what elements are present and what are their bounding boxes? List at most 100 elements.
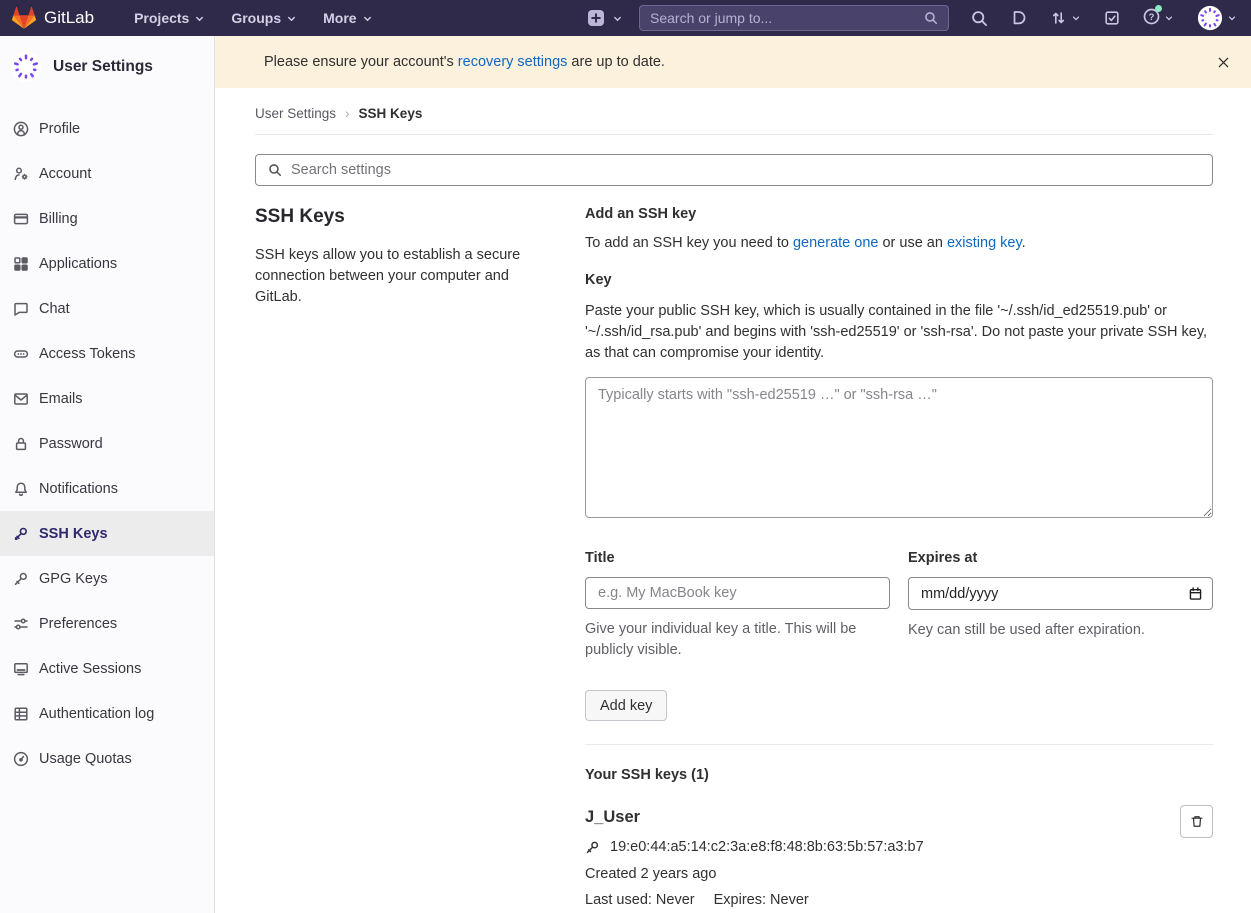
sidebar-item-chat[interactable]: Chat (0, 286, 214, 331)
sidebar-item-label: Usage Quotas (39, 751, 132, 767)
help-menu[interactable]: ? (1143, 8, 1174, 29)
banner-text-before: Please ensure your account's (264, 54, 458, 70)
intro-text: or use an (878, 235, 947, 251)
todos-icon[interactable] (1104, 10, 1120, 26)
bell-icon (13, 481, 29, 497)
calendar-picker-button[interactable] (1188, 586, 1203, 601)
ssh-key-textarea[interactable] (585, 377, 1213, 518)
global-search-input[interactable] (650, 10, 924, 26)
user-menu[interactable] (1197, 5, 1237, 31)
sidebar-item-gpg-keys[interactable]: GPG Keys (0, 556, 214, 601)
nav-groups-label: Groups (231, 10, 281, 26)
search-icon (924, 11, 938, 25)
chevron-down-icon (1227, 13, 1237, 23)
sidebar-item-access-tokens[interactable]: Access Tokens (0, 331, 214, 376)
generate-one-link[interactable]: generate one (793, 235, 878, 251)
nav-projects-label: Projects (134, 10, 189, 26)
title-field-label: Title (585, 550, 890, 566)
top-navbar: GitLab Projects Groups More (0, 0, 1251, 36)
close-icon (1217, 56, 1230, 69)
breadcrumb: User Settings › SSH Keys (255, 88, 1213, 135)
sidebar-item-emails[interactable]: Emails (0, 376, 214, 421)
trash-icon (1190, 814, 1204, 829)
sidebar-item-label: Access Tokens (39, 346, 135, 362)
search-icon[interactable] (971, 10, 988, 27)
sidebar-item-billing[interactable]: Billing (0, 196, 214, 241)
key-field-help: Paste your public SSH key, which is usua… (585, 301, 1213, 364)
fingerprint-row: 19:e0:44:a5:14:c2:3a:e8:f8:48:8b:63:5b:5… (585, 839, 1165, 855)
avatar (1197, 5, 1223, 31)
sidebar-title: User Settings (53, 58, 153, 76)
lock-icon (13, 436, 29, 452)
gitlab-logo[interactable]: GitLab (12, 6, 94, 30)
billing-icon (13, 211, 29, 227)
expires-field-group: Expires at Key can still be used after e… (908, 550, 1213, 661)
chevron-down-icon (612, 13, 623, 24)
recovery-settings-link[interactable]: recovery settings (458, 54, 568, 70)
chat-icon (13, 301, 29, 317)
search-icon (268, 163, 282, 177)
content-container: User Settings › SSH Keys SSH Keys SSH ke… (215, 88, 1251, 908)
sidebar-item-notifications[interactable]: Notifications (0, 466, 214, 511)
existing-key-link[interactable]: existing key (947, 235, 1022, 251)
page-description: SSH keys allow you to establish a secure… (255, 245, 535, 308)
delete-key-button[interactable] (1180, 805, 1213, 838)
nav-projects[interactable]: Projects (124, 6, 215, 30)
notification-dot (1155, 5, 1162, 12)
nav-groups[interactable]: Groups (221, 6, 307, 30)
settings-search-input[interactable] (291, 162, 1200, 178)
ssh-key-created: Created 2 years ago (585, 866, 1165, 882)
banner-close-button[interactable] (1210, 49, 1236, 75)
breadcrumb-current: SSH Keys (359, 106, 423, 121)
sidebar-item-label: SSH Keys (39, 526, 108, 542)
key-field-label: Key (585, 272, 1213, 288)
form-intro: To add an SSH key you need to generate o… (585, 235, 1213, 251)
expires-at-input[interactable] (908, 577, 1213, 610)
issues-icon[interactable] (1011, 10, 1027, 26)
sidebar-header[interactable]: User Settings (0, 36, 214, 100)
merge-requests-menu[interactable] (1050, 10, 1081, 26)
chevron-down-icon (286, 13, 297, 24)
section-description: SSH Keys SSH keys allow you to establish… (255, 206, 535, 908)
ssh-key-usage: Last used: Never Expires: Never (585, 892, 1165, 908)
breadcrumb-separator: › (345, 106, 350, 121)
sidebar-item-label: Notifications (39, 481, 118, 497)
settings-search[interactable] (255, 154, 1213, 186)
chevron-down-icon (362, 13, 373, 24)
sidebar-item-label: Account (39, 166, 91, 182)
ssh-key-form: Add an SSH key To add an SSH key you nee… (585, 206, 1213, 908)
sidebar-item-usage-quotas[interactable]: Usage Quotas (0, 736, 214, 781)
sidebar-item-ssh-keys[interactable]: SSH Keys (0, 511, 214, 556)
expires-field-label: Expires at (908, 550, 1213, 566)
tanuki-icon (12, 6, 36, 30)
chevron-down-icon (1071, 13, 1081, 23)
email-icon (13, 391, 29, 407)
ssh-key-fingerprint: 19:e0:44:a5:14:c2:3a:e8:f8:48:8b:63:5b:5… (610, 839, 924, 855)
new-menu-button[interactable] (587, 9, 623, 27)
sidebar-item-profile[interactable]: Profile (0, 106, 214, 151)
gauge-icon (13, 751, 29, 767)
primary-nav: Projects Groups More (124, 6, 382, 30)
sidebar-item-label: Applications (39, 256, 117, 272)
sidebar-item-label: Authentication log (39, 706, 154, 722)
sidebar-item-active-sessions[interactable]: Active Sessions (0, 646, 214, 691)
sidebar-item-preferences[interactable]: Preferences (0, 601, 214, 646)
sliders-icon (13, 616, 29, 632)
nav-more[interactable]: More (313, 6, 382, 30)
sidebar-item-applications[interactable]: Applications (0, 241, 214, 286)
sidebar-item-label: Emails (39, 391, 83, 407)
sidebar-item-label: Chat (39, 301, 70, 317)
page-title: SSH Keys (255, 206, 535, 228)
section-divider (585, 744, 1213, 745)
title-field-group: Title Give your individual key a title. … (585, 550, 890, 661)
breadcrumb-user-settings[interactable]: User Settings (255, 106, 336, 121)
profile-icon (13, 121, 29, 137)
ssh-key-expires: Expires: Never (714, 892, 809, 908)
add-key-button[interactable]: Add key (585, 690, 667, 721)
ssh-key-list-item: J_User 19:e0:44:a5:14:c2:3a:e8:f8:48:8b:… (585, 808, 1213, 908)
sidebar-item-password[interactable]: Password (0, 421, 214, 466)
sidebar-item-account[interactable]: Account (0, 151, 214, 196)
title-input[interactable] (585, 577, 890, 609)
sidebar-item-authentication-log[interactable]: Authentication log (0, 691, 214, 736)
global-search[interactable] (639, 5, 949, 31)
